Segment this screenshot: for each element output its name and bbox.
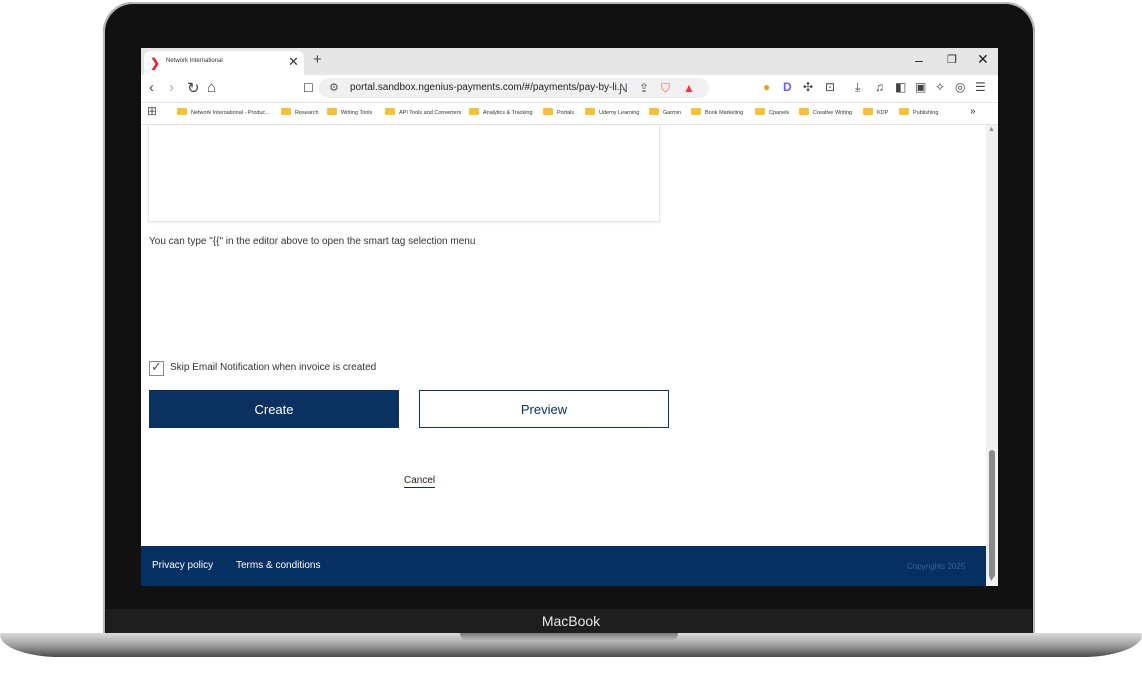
reload-icon[interactable]: ↻ [187,79,200,97]
media-icon[interactable]: ♫ [875,81,884,93]
apps-grid-icon[interactable]: ⊞ [147,104,157,118]
copyright-text: Copyrights 2025 [907,562,966,571]
screenshot-icon[interactable]: ⊡ [825,81,835,93]
folder-icon [799,108,809,115]
skip-email-label[interactable]: Skip Email Notification when invoice is … [170,362,376,373]
folder-icon [385,108,395,115]
page-content: You can type "{{" in the editor above to… [141,125,986,586]
tab-bar: ❯ Network International ✕ + – ❐ ✕ [141,48,998,75]
network-international-logo-icon: ❯ [150,56,161,70]
checkmark-icon: ✓ [151,359,162,374]
bookmark-folder[interactable]: Publishing [899,108,938,116]
browser-tab[interactable]: ❯ Network International ✕ [144,51,304,75]
bookmark-folder[interactable]: API Tools and Converters [385,108,461,116]
bookmark-folder[interactable]: Garmin [649,108,681,116]
more-bookmarks-icon[interactable]: » [970,106,976,117]
privacy-policy-link[interactable]: Privacy policy [152,560,213,571]
back-icon[interactable]: ‹ [149,79,154,96]
folder-icon [649,108,659,115]
scroll-up-icon[interactable]: ▲ [988,126,995,133]
bookmark-folder[interactable]: Writing Tools [327,108,372,116]
bookmark-icon[interactable]: ☐ [303,81,314,95]
folder-icon [327,108,337,115]
laptop-notch [460,633,678,641]
cancel-link[interactable]: Cancel [404,475,436,488]
bookmarks-bar: ⊞ Network International - Produc... Rese… [141,103,998,125]
vpn-icon[interactable]: ◎ [955,81,965,93]
wallet-icon[interactable]: ▣ [915,81,926,93]
preview-button[interactable]: Preview [419,390,669,428]
menu-icon[interactable]: ☰ [975,81,986,93]
window-close-icon[interactable]: ✕ [977,51,989,68]
scroll-down-icon[interactable]: ▼ [988,576,995,583]
d-extension-icon[interactable]: D [783,81,792,93]
leo-ai-icon[interactable]: ✧ [935,81,945,93]
share-icon[interactable]: ⇪ [639,81,649,95]
create-button[interactable]: Create [149,390,399,428]
forward-icon[interactable]: › [169,79,174,96]
terms-link[interactable]: Terms & conditions [236,560,320,571]
smart-tag-hint: You can type "{{" in the editor above to… [149,236,476,247]
new-tab-button[interactable]: + [313,51,322,68]
site-settings-icon[interactable]: ⚙ [329,81,339,94]
color-picker-extension-icon[interactable]: ● [763,81,770,93]
extensions-puzzle-icon[interactable]: ✣ [803,81,813,93]
tab-title: Network International [166,58,223,64]
message-editor[interactable] [148,125,660,222]
download-icon[interactable]: ⤓ [855,81,860,93]
sidebar-icon[interactable]: ◧ [895,81,906,93]
skip-email-checkbox[interactable]: ✓ [149,359,164,376]
device-label: MacBook [541,613,601,629]
bookmark-folder[interactable]: Udemy Learning [585,108,639,116]
brave-shield-icon[interactable]: ⛉ [661,81,670,96]
folder-icon [755,108,765,115]
folder-icon [543,108,553,115]
bookmark-folder[interactable]: Network International - Produc... [177,108,270,116]
folder-icon [585,108,595,115]
url-text[interactable]: portal.sandbox.ngenius-payments.com/#/pa… [350,82,625,93]
bookmark-folder[interactable]: Book Marketing [691,108,743,116]
folder-icon [469,108,479,115]
folder-icon [281,108,291,115]
scrollbar-thumb[interactable] [989,450,995,578]
bookmark-folder[interactable]: Analytics & Tracking [469,108,533,116]
folder-icon [691,108,701,115]
minimize-icon[interactable]: – [915,52,923,68]
bookmark-folder[interactable]: Research [281,108,319,116]
address-bar-row: ‹ › ↻ ⌂ ☐ ⚙ portal.sandbox.ngenius-payme… [141,75,998,103]
tab-close-icon[interactable]: ✕ [288,54,299,70]
folder-icon [177,108,187,115]
brave-rewards-icon[interactable]: ▲ [683,81,695,95]
maximize-icon[interactable]: ❐ [947,53,957,66]
bookmark-folder[interactable]: Portals [543,108,574,116]
screen: ❯ Network International ✕ + – ❐ ✕ ‹ › ↻ … [141,48,998,586]
bookmark-folder[interactable]: Creative Writing [799,108,852,116]
folder-icon [899,108,909,115]
reader-mode-icon[interactable]: Ɲ [619,81,628,95]
footer: Privacy policy Terms & conditions Copyri… [141,546,986,586]
address-bar[interactable]: ⚙ portal.sandbox.ngenius-payments.com/#/… [319,78,709,98]
bookmark-folder[interactable]: Cpanels [755,108,789,116]
bookmark-folder[interactable]: KDP [863,108,888,116]
home-icon[interactable]: ⌂ [207,79,216,96]
page-scrollbar[interactable]: ▲ ▼ [986,125,998,586]
folder-icon [863,108,873,115]
